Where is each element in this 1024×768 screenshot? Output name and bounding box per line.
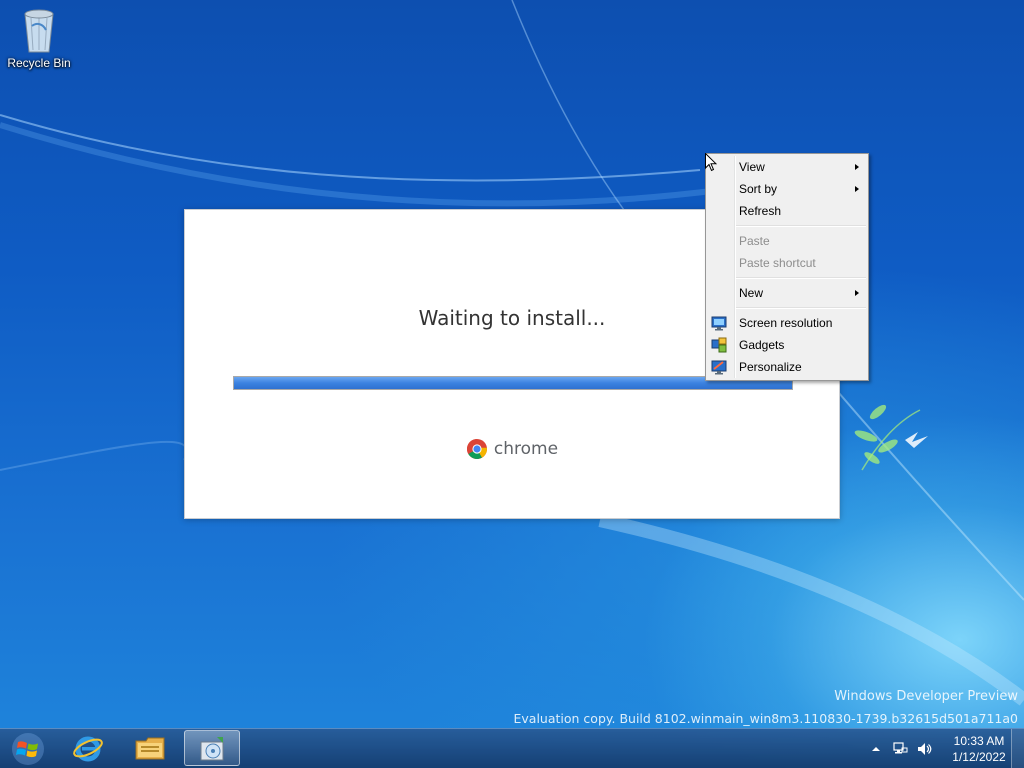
menu-item-personalize[interactable]: Personalize	[706, 356, 868, 378]
menu-item-label: Refresh	[739, 204, 782, 218]
desktop-context-menu: View Sort by Refresh Paste Paste shortcu…	[705, 153, 869, 381]
submenu-arrow-icon	[855, 164, 859, 170]
submenu-arrow-icon	[855, 186, 859, 192]
clock-date: 1/12/2022	[952, 750, 1006, 764]
taskbar-file-explorer[interactable]	[122, 730, 178, 766]
show-desktop-button[interactable]	[1011, 729, 1024, 768]
menu-item-label: Personalize	[739, 360, 802, 374]
menu-item-label: View	[739, 160, 765, 174]
menu-item-label: Gadgets	[739, 338, 785, 352]
taskbar-installer-app[interactable]	[184, 730, 240, 766]
start-button[interactable]	[4, 731, 52, 767]
desktop-icon-recycle-bin[interactable]: Recycle Bin	[4, 6, 74, 70]
mouse-cursor-icon	[705, 153, 717, 172]
taskbar: 10:33 AM 1/12/2022	[0, 728, 1024, 768]
menu-item-paste: Paste	[706, 230, 868, 252]
menu-item-label: Paste shortcut	[739, 256, 816, 270]
chrome-brand-text: chrome	[493, 439, 559, 459]
taskbar-clock[interactable]: 10:33 AM 1/12/2022	[948, 733, 1010, 765]
desktop-icon-label: Recycle Bin	[7, 56, 71, 70]
network-icon[interactable]	[892, 741, 908, 757]
show-hidden-icons-arrow[interactable]	[868, 741, 884, 757]
menu-item-sort-by[interactable]: Sort by	[706, 178, 868, 200]
system-tray: 10:33 AM 1/12/2022	[868, 729, 1010, 768]
menu-item-gadgets[interactable]: Gadgets	[706, 334, 868, 356]
menu-item-view[interactable]: View	[706, 156, 868, 178]
wallpaper-leaves	[854, 404, 921, 471]
submenu-arrow-icon	[855, 290, 859, 296]
watermark-build: Evaluation copy. Build 8102.winmain_win8…	[513, 711, 1019, 726]
desktop[interactable]: Recycle Bin Waiting to install... chrome…	[0, 0, 1024, 768]
installer-app-icon	[200, 737, 224, 761]
watermark-edition: Windows Developer Preview	[834, 689, 1018, 704]
menu-item-new[interactable]: New	[706, 282, 868, 304]
menu-separator	[736, 225, 866, 227]
personalize-icon	[711, 360, 727, 375]
menu-item-label: Paste	[739, 234, 770, 248]
clock-time: 10:33 AM	[953, 734, 1005, 748]
chrome-brand: chrome	[185, 438, 839, 460]
chrome-logo-icon	[466, 439, 487, 459]
windows-watermark: Windows Developer Preview Evaluation cop…	[514, 686, 1019, 730]
menu-item-screen-resolution[interactable]: Screen resolution	[706, 312, 868, 334]
menu-separator	[736, 307, 866, 309]
menu-item-label: Sort by	[739, 182, 778, 196]
volume-icon[interactable]	[916, 741, 932, 757]
internet-explorer-icon	[73, 736, 103, 762]
gadgets-icon	[711, 337, 727, 353]
menu-item-label: New	[739, 286, 764, 300]
screen-resolution-icon	[711, 316, 727, 331]
menu-item-refresh[interactable]: Refresh	[706, 200, 868, 222]
file-explorer-icon	[135, 737, 165, 760]
windows-start-icon	[12, 733, 44, 765]
menu-item-label: Screen resolution	[739, 316, 833, 330]
recycle-bin-icon	[19, 6, 59, 54]
taskbar-internet-explorer[interactable]	[60, 730, 116, 766]
menu-item-paste-shortcut: Paste shortcut	[706, 252, 868, 274]
menu-separator	[736, 277, 866, 279]
